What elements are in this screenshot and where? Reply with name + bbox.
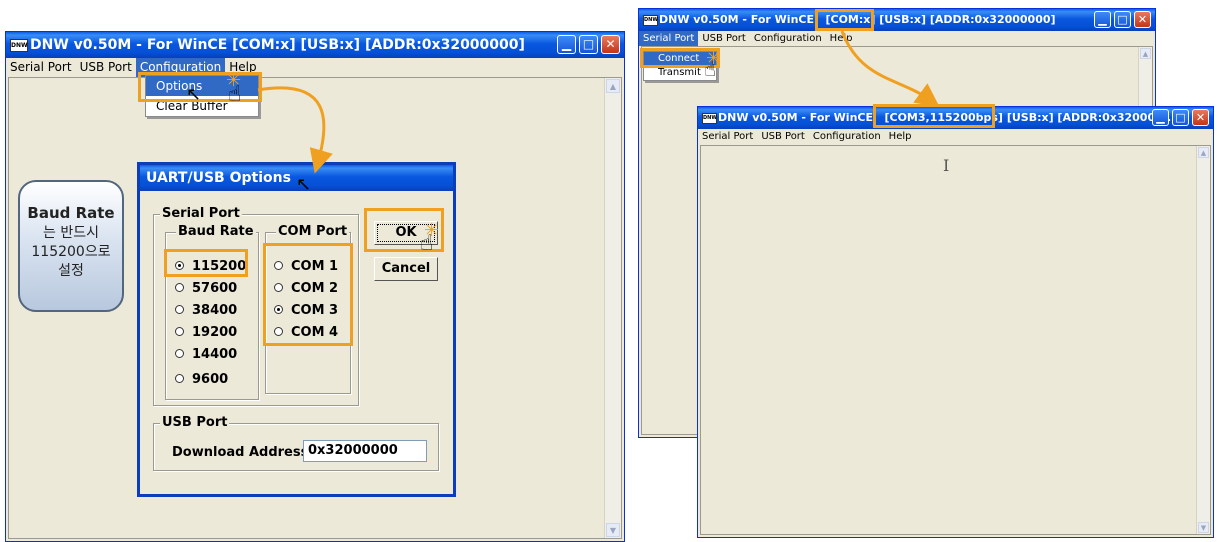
sparkle-icon: ✳ [226,70,242,91]
annotation-arrows [257,30,940,174]
arrow-cursor-icon: ↖ [296,174,312,195]
sparkle-icon: ✳ [706,48,722,69]
arrow-options-to-dialog [257,86,333,174]
arrow-cursor-icon: ↖ [186,84,202,105]
arrow-com-to-title [840,30,940,108]
sparkle-icon: ✳ [424,220,440,241]
